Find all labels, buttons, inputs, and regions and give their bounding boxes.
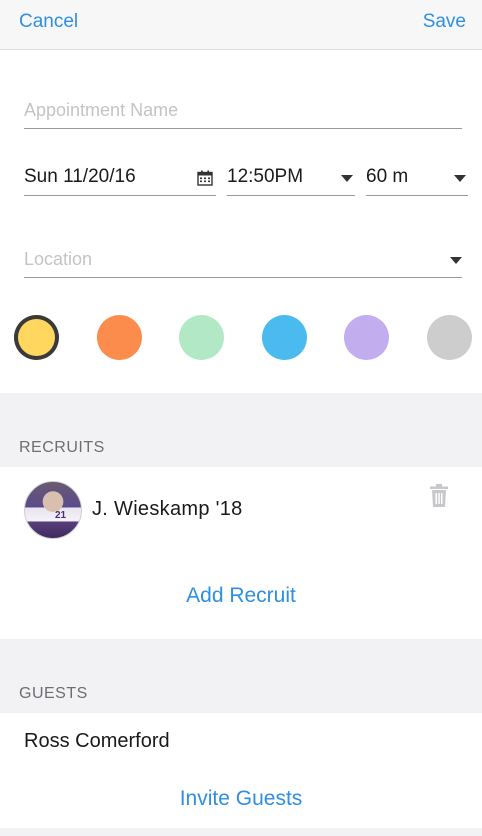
recruit-name[interactable]: J. Wieskamp '18 [92, 498, 243, 521]
date-value: Sun 11/20/16 [24, 166, 136, 187]
chevron-down-icon [341, 175, 353, 182]
time-value: 12:50PM [227, 166, 304, 187]
trash-icon[interactable] [429, 484, 449, 508]
time-field[interactable]: 12:50PM [227, 162, 355, 196]
calendar-icon[interactable] [197, 170, 213, 186]
add-recruit-button[interactable]: Add Recruit [0, 584, 482, 608]
nav-bar: Cancel Save [0, 0, 482, 50]
color-swatch[interactable] [179, 315, 224, 360]
recruits-section-header: RECRUITS [0, 393, 482, 467]
location-field[interactable]: Location [24, 244, 462, 278]
appointment-name-placeholder: Appointment Name [24, 100, 179, 120]
color-swatch[interactable] [97, 315, 142, 360]
duration-field[interactable]: 60 m [366, 162, 468, 196]
guests-section-title: GUESTS [19, 685, 88, 702]
color-swatch[interactable] [344, 315, 389, 360]
bottom-divider [0, 828, 482, 836]
chevron-down-icon [450, 257, 462, 264]
color-swatch[interactable] [14, 315, 59, 360]
appointment-name-field[interactable]: Appointment Name [24, 95, 462, 129]
guests-section-header: GUESTS [0, 639, 482, 713]
avatar-jersey-number: 21 [55, 510, 67, 521]
invite-guests-button[interactable]: Invite Guests [0, 787, 482, 811]
recruits-section-title: RECRUITS [19, 439, 105, 456]
chevron-down-icon [454, 175, 466, 182]
cancel-button[interactable]: Cancel [19, 11, 78, 33]
color-swatch[interactable] [427, 315, 472, 360]
location-placeholder: Location [24, 249, 93, 269]
date-field[interactable]: Sun 11/20/16 [24, 162, 216, 196]
color-picker [0, 315, 482, 363]
guest-name: Ross Comerford [24, 730, 170, 752]
color-swatch[interactable] [262, 315, 307, 360]
avatar: 21 [24, 481, 82, 539]
save-button[interactable]: Save [423, 11, 466, 33]
duration-value: 60 m [366, 166, 409, 187]
